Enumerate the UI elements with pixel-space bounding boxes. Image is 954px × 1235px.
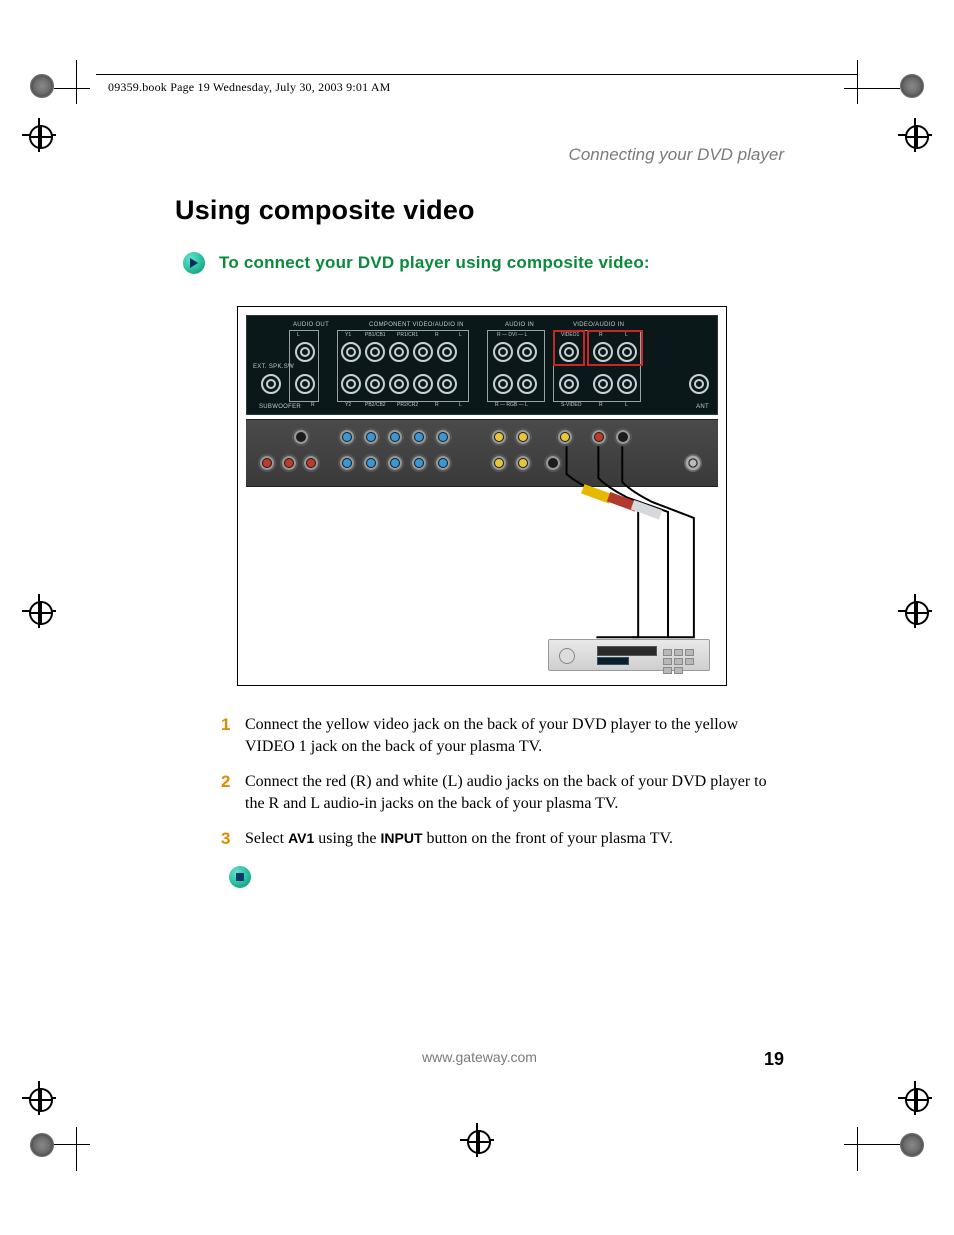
crop-line-icon: [857, 1127, 858, 1171]
crop-ornament-icon: [900, 1133, 924, 1157]
registration-mark-icon: [460, 1123, 494, 1157]
running-head: 09359.book Page 19 Wednesday, July 30, 2…: [108, 80, 391, 95]
registration-mark-icon: [22, 118, 56, 152]
step-number: 1: [221, 714, 230, 737]
procedure-heading-row: To connect your DVD player using composi…: [183, 252, 784, 274]
step-number: 2: [221, 771, 230, 794]
footer-url: www.gateway.com: [422, 1049, 537, 1065]
crop-line-icon: [844, 88, 900, 89]
step-3: 3 Select AV1 using the INPUT button on t…: [221, 828, 784, 864]
crop-line-icon: [76, 1127, 77, 1171]
crop-line-icon: [844, 1144, 900, 1145]
crop-line-icon: [76, 60, 77, 104]
step-2: 2 Connect the red (R) and white (L) audi…: [221, 771, 784, 828]
step-1: 1 Connect the yellow video jack on the b…: [221, 714, 784, 771]
registration-mark-icon: [898, 118, 932, 152]
step-text: Connect the red (R) and white (L) audio …: [245, 773, 767, 812]
cable-lines: [238, 307, 726, 685]
crop-ornament-icon: [30, 74, 54, 98]
connection-diagram: AUDIO OUT COMPONENT VIDEO/AUDIO IN AUDIO…: [237, 306, 727, 686]
page-number: 19: [764, 1049, 784, 1070]
stop-icon: [229, 866, 251, 888]
crop-ornament-icon: [30, 1133, 54, 1157]
crop-ornament-icon: [900, 74, 924, 98]
step-number: 3: [221, 828, 230, 851]
crop-line-icon: [54, 1144, 90, 1145]
procedure-heading: To connect your DVD player using composi…: [219, 253, 650, 273]
registration-mark-icon: [898, 1081, 932, 1115]
header-rule: [96, 74, 858, 75]
play-icon: [183, 252, 205, 274]
steps-list: 1 Connect the yellow video jack on the b…: [221, 714, 784, 864]
dvd-player-icon: [548, 639, 710, 671]
registration-mark-icon: [898, 594, 932, 628]
content-area: Using composite video To connect your DV…: [175, 195, 784, 888]
page-footer: www.gateway.com 19: [175, 1049, 784, 1065]
crop-line-icon: [857, 60, 858, 104]
crop-line-icon: [54, 88, 90, 89]
page: 09359.book Page 19 Wednesday, July 30, 2…: [0, 0, 954, 1235]
registration-mark-icon: [22, 1081, 56, 1115]
step-text: Connect the yellow video jack on the bac…: [245, 716, 738, 755]
step-text: Select AV1 using the INPUT button on the…: [245, 830, 673, 847]
page-title: Using composite video: [175, 195, 784, 226]
chapter-heading: Connecting your DVD player: [569, 145, 784, 165]
registration-mark-icon: [22, 594, 56, 628]
